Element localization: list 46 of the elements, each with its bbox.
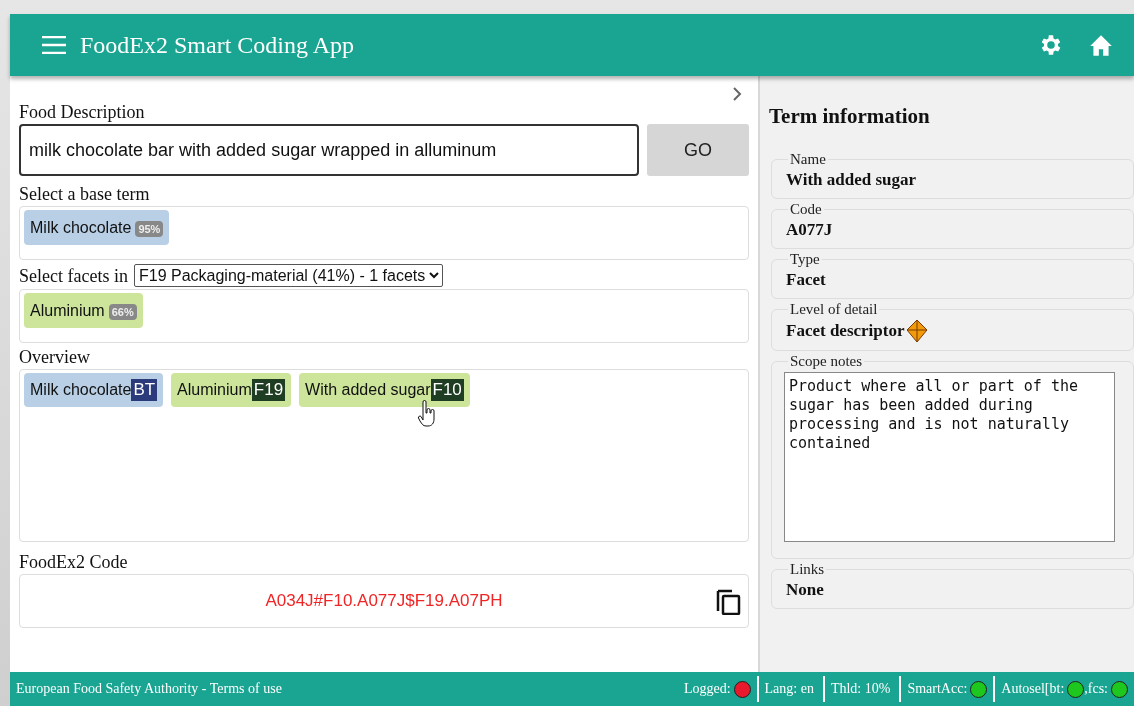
field-legend: Scope notes <box>788 353 865 370</box>
field-value: With added sugar <box>786 170 917 189</box>
status-label: Logged: <box>683 681 731 697</box>
field-value: Facet <box>786 270 826 289</box>
code-badge: F19 <box>251 379 286 401</box>
field-value: None <box>786 580 824 599</box>
footer-text: European Food Safety Authority - Terms of use <box>16 681 283 697</box>
code-badge: F10 <box>430 379 464 401</box>
status-label: Lang: en <box>764 681 814 697</box>
field-label: Select a base term <box>19 184 151 204</box>
term-chip[interactable]: Aluminium F19 <box>171 373 292 407</box>
score-badge: 95% <box>135 221 164 237</box>
panel-title: Term information <box>769 104 931 129</box>
field-legend: Name <box>788 151 828 168</box>
facet-chip[interactable]: Aluminium 66% <box>24 293 143 328</box>
score-badge: 66% <box>108 304 137 320</box>
field-label: Food Description <box>19 102 146 122</box>
go-button[interactable]: GO <box>647 124 749 176</box>
chevron-right-icon[interactable] <box>731 86 743 102</box>
status-label: SmartAcc: <box>907 681 968 697</box>
status-label: Thld: 10% <box>830 681 891 697</box>
field-label: Overview <box>19 347 91 367</box>
field-value: Facet descriptor <box>786 321 905 341</box>
field-legend: Level of detail <box>788 301 880 318</box>
home-icon[interactable] <box>1088 33 1114 57</box>
copy-icon[interactable] <box>716 587 742 615</box>
term-chip[interactable]: With added sugarF10 <box>299 373 470 407</box>
field-legend: Type <box>788 251 822 268</box>
field-label: Select facets in <box>19 265 128 286</box>
diamond-icon <box>907 320 928 342</box>
app-title: FoodEx2 Smart Coding App <box>80 31 356 59</box>
base-term-chip[interactable]: Milk chocolate 95% <box>24 210 170 245</box>
field-legend: Code <box>788 201 824 218</box>
field-value: A077J <box>786 220 833 239</box>
status-label: Autosel[bt: <box>1001 681 1065 697</box>
facet-category-dropdown[interactable]: F19 Packaging-material (41%) - 1 facets <box>133 264 443 287</box>
status-label: ,fcs: <box>1084 681 1108 697</box>
hand-cursor-icon <box>418 400 436 430</box>
scope-notes-field[interactable]: Product where all or part of the sugar has been added during processing and is not naturally contained <box>784 372 1115 542</box>
field-label: FoodEx2 Code <box>19 552 129 572</box>
menu-icon[interactable] <box>42 36 66 54</box>
term-chip[interactable]: Milk chocolate BT <box>24 373 164 407</box>
code-badge: BT <box>131 379 158 401</box>
food-description-field[interactable]: milk chocolate bar with added sugar wrapped in alluminum <box>19 124 639 176</box>
foodex2-code: A034J#F10.A077J$F19.A07PH <box>265 591 503 611</box>
field-legend: Links <box>788 561 827 578</box>
